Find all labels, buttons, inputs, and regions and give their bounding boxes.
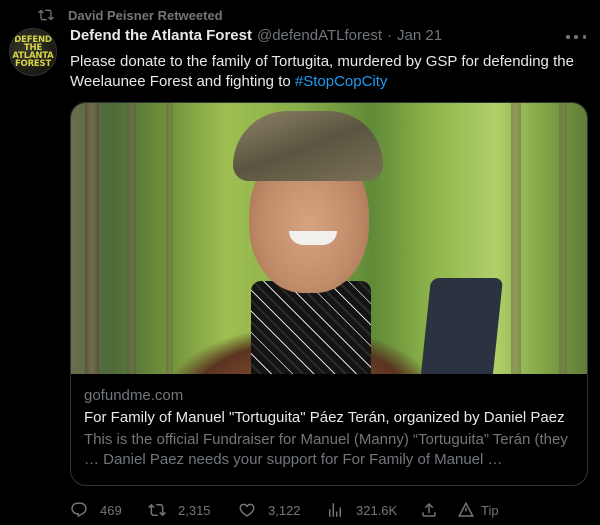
card-description: This is the official Fundraiser for Manu… (84, 431, 568, 468)
card-title: For Family of Manuel "Tortuguita" Páez T… (84, 409, 565, 426)
like-count: 3,122 (268, 502, 301, 518)
views-button[interactable]: 321.6K (326, 501, 397, 519)
heart-icon (239, 503, 255, 517)
defend-atlanta-forest-logo: DEFEND THE ATLANTA FOREST (12, 35, 54, 69)
tip-button[interactable]: Tip (457, 501, 499, 519)
views-icon (329, 503, 341, 517)
retweet-count: 2,315 (178, 502, 211, 518)
retweet-icon (148, 503, 166, 517)
tweet-text: Please donate to the family of Tortugita… (70, 52, 585, 92)
retweet-icon (38, 7, 54, 23)
tweet-actions: 469 2,315 3,122 321.6K Tip (70, 499, 590, 521)
retweet-button[interactable]: 2,315 (148, 501, 211, 519)
like-button[interactable]: 3,122 (238, 501, 301, 519)
card-body: gofundme.com For Family of Manuel "Tortu… (71, 374, 587, 485)
separator-dot: · (387, 27, 392, 44)
tip-icon (458, 501, 474, 517)
reply-icon (71, 502, 87, 518)
reply-button[interactable]: 469 (70, 501, 122, 519)
hashtag-link[interactable]: #StopCopCity (295, 73, 388, 90)
share-button[interactable] (420, 501, 438, 519)
link-card[interactable]: gofundme.com For Family of Manuel "Tortu… (70, 102, 588, 486)
tweet-header: Defend the Atlanta Forest @defendATLfore… (70, 27, 442, 44)
tweet-date[interactable]: Jan 21 (397, 27, 442, 44)
card-domain: gofundme.com (84, 387, 184, 404)
share-icon (422, 502, 436, 517)
more-options-icon[interactable] (566, 32, 586, 42)
reply-count: 469 (100, 502, 122, 518)
retweeter-label[interactable]: David Peisner Retweeted (68, 8, 223, 23)
avatar[interactable]: DEFEND THE ATLANTA FOREST (9, 28, 57, 76)
author-handle[interactable]: @defendATLforest (257, 27, 382, 44)
retweet-indicator: David Peisner Retweeted (38, 7, 223, 23)
tip-label: Tip (481, 502, 499, 518)
views-count: 321.6K (356, 502, 398, 518)
card-image[interactable] (71, 103, 587, 374)
author-name[interactable]: Defend the Atlanta Forest (70, 27, 252, 44)
